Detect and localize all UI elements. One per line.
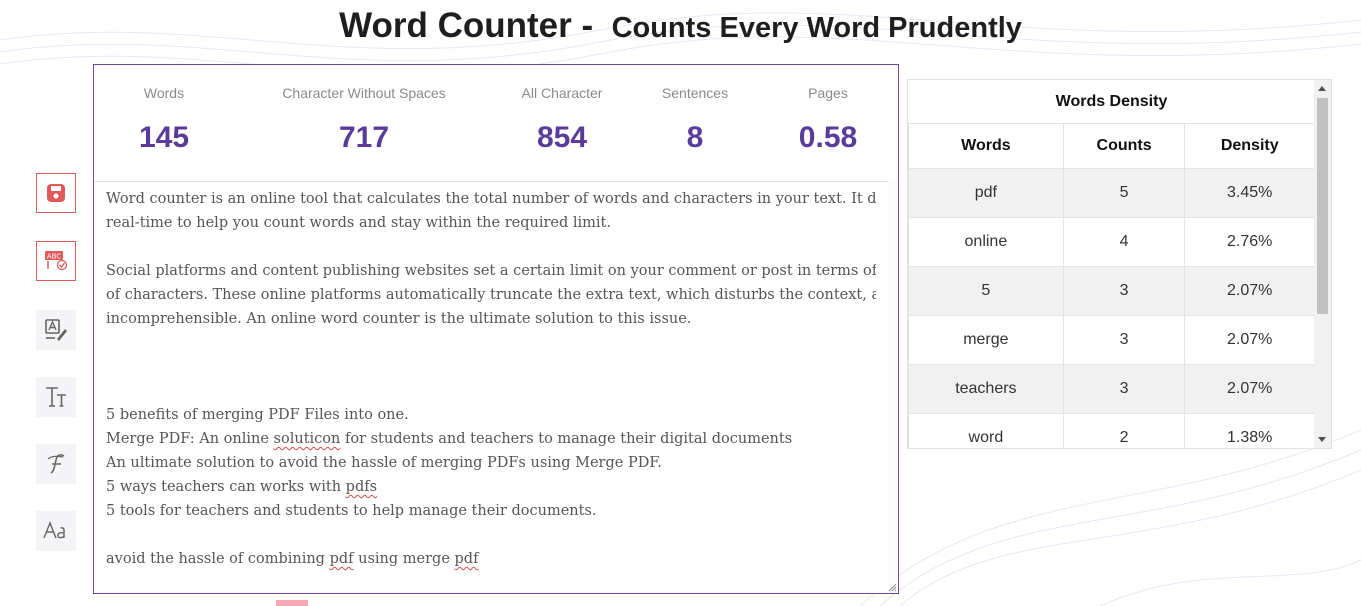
- cell-count: 3: [1062, 364, 1186, 414]
- editor-blank-line: [106, 379, 876, 403]
- text-run: for students and teachers to manage thei…: [340, 431, 793, 447]
- cell-density: 2.07%: [1184, 315, 1315, 365]
- stat-label: Sentences: [661, 85, 729, 101]
- stat-value: 717: [338, 121, 390, 154]
- cell-count: 3: [1062, 266, 1186, 316]
- editor-line: Word counter is an online tool that calc…: [106, 191, 876, 207]
- font-style-button[interactable]: [36, 444, 76, 484]
- density-title: Words Density: [908, 80, 1315, 124]
- density-table: Words Counts Density pdf 5 3.45% online …: [908, 123, 1315, 448]
- editor-line: An ultimate solution to avoid the hassle…: [106, 455, 662, 471]
- editor-line: incomprehensible. An online word counter…: [106, 311, 692, 327]
- editor-line: real-time to help you count words and st…: [106, 215, 611, 231]
- column-header-density: Density: [1184, 123, 1315, 169]
- text-size-icon: [46, 387, 66, 407]
- cell-word: pdf: [908, 168, 1064, 218]
- density-scrollbar[interactable]: [1314, 80, 1331, 448]
- font-case-icon: [43, 521, 65, 539]
- cell-density: 1.38%: [1184, 413, 1315, 448]
- table-row: teachers 3 2.07%: [908, 364, 1315, 414]
- table-row: merge 3 2.07%: [908, 315, 1315, 365]
- editor-line: Social platforms and content publishing …: [106, 263, 876, 279]
- spell-check-icon: ABC: [45, 251, 68, 271]
- scrollbar-thumb[interactable]: [1317, 98, 1328, 314]
- font-style-icon: [47, 454, 65, 474]
- cell-word: 5: [908, 266, 1064, 316]
- table-row: pdf 5 3.45%: [908, 168, 1315, 218]
- text-run: using merge: [353, 551, 455, 567]
- editor-line: avoid the hassle of combining pdf using …: [106, 547, 876, 571]
- table-row: online 4 2.76%: [908, 217, 1315, 267]
- title-subtitle: Counts Every Word Prudently: [611, 12, 1022, 44]
- cell-count: 2: [1062, 413, 1186, 448]
- stat-value: 145: [138, 121, 190, 154]
- editor-line: Merge PDF: An online soluticon for stude…: [106, 427, 876, 451]
- cell-word: word: [908, 413, 1064, 448]
- page-title: Word Counter - Counts Every Word Prudent…: [0, 6, 1361, 46]
- text-size-button[interactable]: [36, 377, 76, 417]
- column-header-words: Words: [908, 123, 1064, 169]
- cell-word: merge: [908, 315, 1064, 365]
- stats-bar: Words 145 Character Without Spaces 717 A…: [94, 65, 898, 182]
- font-case-button[interactable]: [36, 511, 76, 551]
- editor-blank-line: [106, 355, 876, 379]
- cell-count: 4: [1062, 217, 1186, 267]
- text-editor[interactable]: Word counter is an online tool that calc…: [106, 187, 876, 587]
- cell-word: online: [908, 217, 1064, 267]
- editor-scrollbar[interactable]: [888, 181, 897, 593]
- misspelled-word: pdfs: [345, 479, 378, 495]
- cell-density: 2.07%: [1184, 266, 1315, 316]
- text-run: avoid the hassle of combining: [106, 551, 330, 567]
- scroll-down-arrow-icon[interactable]: [1318, 437, 1326, 442]
- pink-tab-marker: [276, 600, 308, 606]
- column-header-counts: Counts: [1062, 123, 1186, 169]
- stat-value: 8: [686, 121, 704, 154]
- table-row: 5 3 2.07%: [908, 266, 1315, 316]
- misspelled-word: pdf: [329, 551, 354, 567]
- stat-value: 0.58: [798, 121, 858, 154]
- editor-blank-line: [106, 331, 876, 355]
- editor-blank-line: [106, 235, 876, 259]
- title-main: Word Counter -: [339, 6, 594, 45]
- stat-value: 854: [536, 121, 588, 154]
- editor-line: 5 ways teachers can works with pdfs: [106, 475, 876, 499]
- editor-line: 5 benefits of merging PDF Files into one…: [106, 407, 409, 423]
- svg-text:ABC: ABC: [47, 253, 61, 261]
- cell-word: teachers: [908, 364, 1064, 414]
- stat-label: All Character: [521, 85, 603, 101]
- scroll-up-arrow-icon[interactable]: [1318, 86, 1326, 91]
- editor-blank-line: [106, 523, 876, 547]
- table-row: word 2 1.38%: [908, 413, 1315, 448]
- misspelled-word: pdf: [454, 551, 479, 567]
- stat-label: Character Without Spaces: [282, 85, 446, 101]
- cell-count: 5: [1062, 168, 1186, 218]
- misspelled-word: soluticon: [273, 431, 341, 447]
- editor-line: 5 tools for teachers and students to hel…: [106, 503, 597, 519]
- save-button[interactable]: [36, 173, 76, 213]
- text-run: 5 ways teachers can works with: [106, 479, 346, 495]
- cell-count: 3: [1062, 315, 1186, 365]
- find-replace-icon: [45, 319, 67, 341]
- resize-grip-icon[interactable]: [887, 582, 897, 592]
- text-run: Merge PDF: An online: [106, 431, 274, 447]
- words-density-panel: Words Density Words Counts Density pdf 5…: [907, 79, 1332, 449]
- cell-density: 2.07%: [1184, 364, 1315, 414]
- save-icon: [47, 184, 65, 202]
- counter-panel: Words 145 Character Without Spaces 717 A…: [93, 64, 899, 594]
- find-replace-button[interactable]: [36, 310, 76, 350]
- stat-label: Words: [143, 85, 185, 101]
- cell-density: 2.76%: [1184, 217, 1315, 267]
- editor-line: of characters. These online platforms au…: [106, 287, 876, 303]
- cell-density: 3.45%: [1184, 168, 1315, 218]
- spell-check-button[interactable]: ABC: [36, 241, 76, 281]
- stat-label: Pages: [808, 85, 848, 101]
